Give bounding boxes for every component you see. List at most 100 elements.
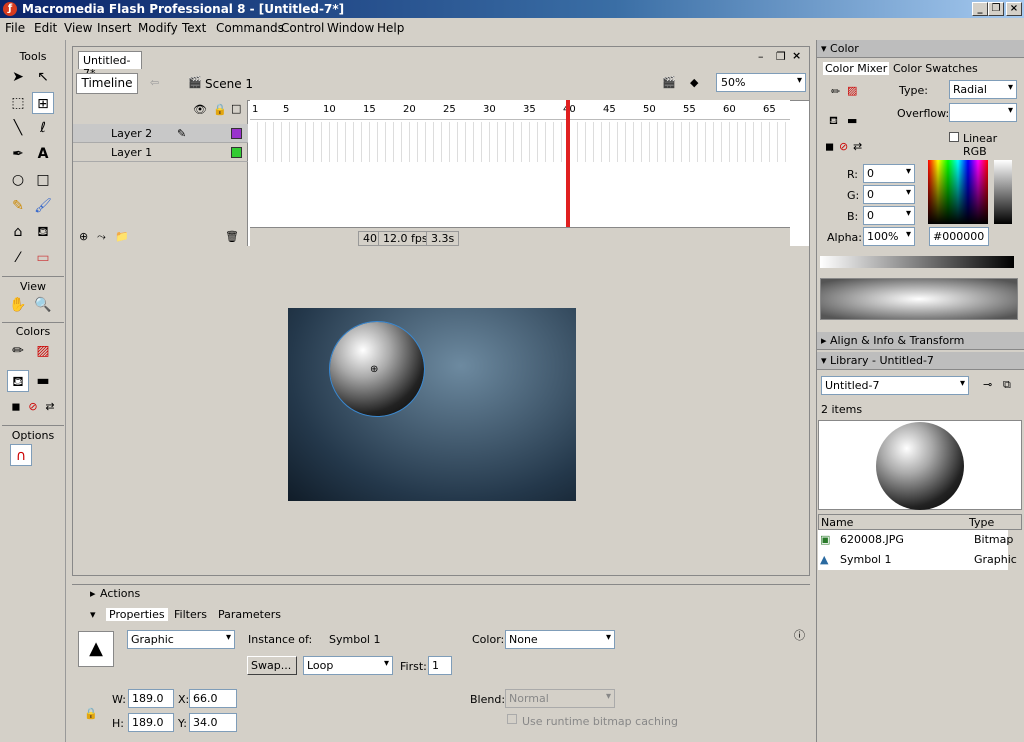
tab-color-swatches[interactable]: Color Swatches [893,62,978,75]
frame-rate[interactable]: 12.0 fps [378,231,433,246]
tab-parameters[interactable]: Parameters [218,608,281,621]
zoom-select[interactable]: 50% [716,73,806,92]
arrow-tool-icon[interactable]: ➤ [7,66,29,88]
insert-folder-icon[interactable]: 📁 [115,230,129,243]
actions-expand-icon[interactable]: ▸ [90,587,96,600]
fill-color-icon[interactable]: ⛾ [829,114,838,129]
blue-input[interactable]: 0 [863,206,915,225]
menu-help[interactable]: Help [377,21,404,35]
fill-color-icon[interactable]: ⛾ [7,370,29,392]
eraser-icon[interactable]: ▭ [32,247,54,269]
paint-bucket-icon[interactable]: ⛾ [32,221,54,243]
gradient-transform-icon[interactable]: ⊞ [32,92,54,114]
actions-title[interactable]: Actions [100,587,140,600]
ink-bottle-icon[interactable]: ⌂ [7,221,29,243]
no-color-icon[interactable]: ⊘ [839,140,848,153]
delete-layer-icon[interactable]: 🗑 [225,230,239,243]
layer-row[interactable]: Layer 2 ✎ [73,124,248,143]
edit-scene-icon[interactable]: 🎬 [662,76,676,89]
tab-filters[interactable]: Filters [174,608,207,621]
props-collapse-icon[interactable]: ▾ [90,608,96,621]
rectangle-tool-icon[interactable]: □ [32,169,54,191]
pin-library-icon[interactable]: ⊸ [983,378,992,391]
layer-row[interactable]: Layer 1 [73,143,248,162]
library-item[interactable]: ▣ 620008.JPG Bitmap [818,530,1013,550]
doc-minimize-icon[interactable]: – [758,50,764,63]
fill-swatch-icon[interactable]: ▬ [847,114,857,127]
layer-color-swatch[interactable] [231,147,242,158]
fill-type-select[interactable]: Radial [949,80,1017,99]
symbol-behavior-select[interactable]: Graphic [127,630,235,649]
menu-control[interactable]: Control [281,21,324,35]
menu-view[interactable]: View [64,21,92,35]
stroke-color-icon[interactable]: ✏ [831,85,840,98]
frame-grid[interactable] [250,122,790,162]
swap-colors-icon[interactable]: ⇄ [853,140,862,153]
y-input[interactable]: 34.0 [189,713,237,732]
height-input[interactable]: 189.0 [128,713,174,732]
subselect-tool-icon[interactable]: ↖ [32,66,54,88]
stage-bitmap[interactable] [288,308,576,501]
stroke-swatch-icon[interactable]: ▨ [847,84,857,97]
stroke-color-icon[interactable]: ✏ [7,340,29,362]
brush-tool-icon[interactable]: 🖌 [32,195,54,217]
eyedropper-icon[interactable]: ⁄ [7,247,29,269]
motion-guide-icon[interactable]: ⤳ [97,230,106,244]
first-frame-input[interactable]: 1 [428,656,452,675]
help-icon[interactable]: ⓘ [794,627,805,643]
swap-colors-icon[interactable]: ⇄ [39,396,61,418]
doc-restore-icon[interactable]: ❐ [776,50,786,63]
menu-window[interactable]: Window [327,21,374,35]
document-tab[interactable]: Untitled-7* [78,51,142,80]
frame-ruler[interactable]: 1 5 10 15 20 25 30 35 40 45 50 55 60 65 [250,100,790,120]
eye-icon[interactable]: 👁 [193,103,207,116]
col-type[interactable]: Type [969,516,994,529]
library-item[interactable]: ▲ Symbol 1 Graphic [818,550,1017,570]
lasso-tool-icon[interactable]: ℓ [32,117,54,139]
menu-insert[interactable]: Insert [97,21,131,35]
col-name[interactable]: Name [821,516,853,529]
color-effect-select[interactable]: None [505,630,615,649]
green-input[interactable]: 0 [863,185,915,204]
insert-layer-icon[interactable]: ⊕ [79,230,88,243]
overflow-select[interactable] [949,103,1017,122]
pencil-tool-icon[interactable]: ✎ [7,195,29,217]
pen-tool-icon[interactable]: ✒ [7,143,29,165]
snap-magnet-icon[interactable]: ∩ [10,444,32,466]
line-tool-icon[interactable]: ╲ [7,117,29,139]
doc-close-icon[interactable]: × [792,49,801,62]
menu-text[interactable]: Text [182,21,206,35]
menu-modify[interactable]: Modify [138,21,178,35]
outline-icon[interactable]: □ [231,102,241,115]
tab-color-mixer[interactable]: Color Mixer [823,62,890,75]
library-doc-select[interactable]: Untitled-7 [821,376,969,395]
restore-button[interactable]: ❐ [988,2,1004,16]
close-button[interactable]: × [1006,2,1022,16]
edit-symbol-icon[interactable]: ◆ [690,76,698,89]
x-input[interactable]: 66.0 [189,689,237,708]
cache-checkbox[interactable] [507,714,517,724]
fill-swatch-icon[interactable]: ▬ [32,370,54,392]
menu-file[interactable]: File [5,21,25,35]
color-spectrum[interactable] [928,160,988,224]
loop-select[interactable]: Loop [303,656,393,675]
playhead[interactable] [566,100,570,230]
hand-tool-icon[interactable]: ✋ [7,294,29,316]
width-input[interactable]: 189.0 [128,689,174,708]
red-input[interactable]: 0 [863,164,915,183]
hex-input[interactable]: #000000 [929,227,989,246]
new-library-icon[interactable]: ⧉ [1003,378,1011,392]
menu-edit[interactable]: Edit [34,21,57,35]
alpha-input[interactable]: 100% [863,227,915,246]
free-transform-icon[interactable]: ⬚ [7,92,29,114]
back-arrow-icon[interactable]: ⇦ [150,76,159,89]
library-panel-header[interactable]: ▾ Library - Untitled-7 [817,352,1024,370]
linear-rgb-checkbox[interactable] [949,132,959,142]
align-panel-header[interactable]: ▸ Align & Info & Transform [817,332,1024,350]
text-tool-icon[interactable]: A [32,143,54,165]
blend-select[interactable]: Normal [505,689,615,708]
default-colors-icon[interactable]: ◼ [825,140,834,153]
zoom-tool-icon[interactable]: 🔍 [32,294,54,316]
lock-ratio-icon[interactable]: 🔒 [84,707,98,720]
color-panel-header[interactable]: ▾ Color [817,40,1024,58]
